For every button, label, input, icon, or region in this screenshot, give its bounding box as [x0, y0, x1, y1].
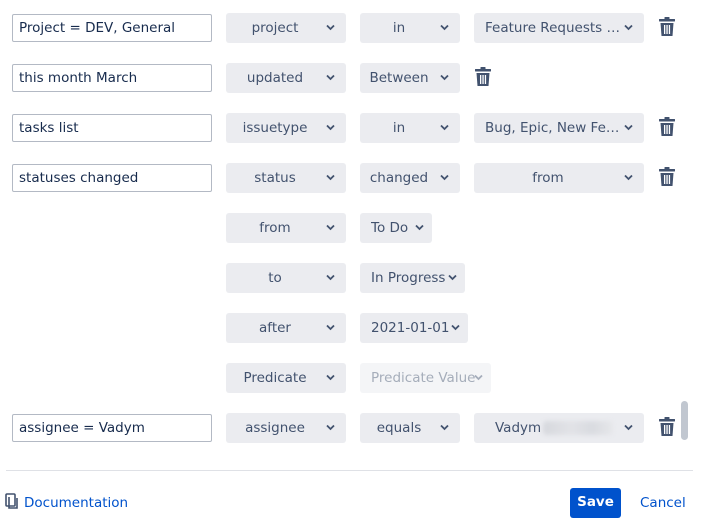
chevron-down-icon: [440, 174, 449, 181]
document-icon: [5, 493, 18, 509]
value-select-label: Vadym: [495, 413, 622, 443]
trash-icon[interactable]: [474, 67, 492, 87]
assignee-name: Vadym: [495, 420, 542, 436]
field-select-issuetype[interactable]: issuetype: [226, 113, 346, 143]
chevron-down-icon: [474, 374, 483, 381]
chevron-down-icon: [448, 274, 457, 281]
predicate-select[interactable]: Predicate: [226, 363, 346, 393]
chevron-down-icon: [326, 224, 335, 231]
operator-select-label: equals: [376, 420, 422, 436]
trash-icon[interactable]: [658, 17, 676, 37]
operator-select-between[interactable]: Between: [360, 63, 460, 93]
value-select-project[interactable]: Feature Requests (F...: [474, 13, 644, 43]
trash-icon[interactable]: [658, 167, 676, 187]
chevron-down-icon: [624, 424, 633, 431]
operator-select-label: In Progress: [371, 270, 446, 286]
field-select-label: status: [254, 170, 296, 186]
redacted-surname: [543, 421, 614, 435]
query-name-input-assignee[interactable]: assignee = Vadym: [12, 414, 212, 442]
chevron-down-icon: [326, 174, 335, 181]
operator-select-equals[interactable]: equals: [360, 413, 460, 443]
chevron-down-icon: [326, 24, 335, 31]
chevron-down-icon: [440, 424, 449, 431]
chevron-down-icon: [624, 174, 633, 181]
chevron-down-icon: [440, 74, 449, 81]
field-select-assignee[interactable]: assignee: [226, 413, 346, 443]
chevron-down-icon: [624, 124, 633, 131]
subvalue-select-date[interactable]: 2021-01-01: [360, 313, 468, 343]
field-select-status[interactable]: status: [226, 163, 346, 193]
chevron-down-icon: [326, 424, 335, 431]
query-name-input-updated[interactable]: this month March: [12, 64, 212, 92]
operator-select-changed[interactable]: changed: [360, 163, 460, 193]
field-select-label: to: [268, 270, 282, 286]
subfield-select-to[interactable]: to: [226, 263, 346, 293]
value-select-assignee[interactable]: Vadym: [474, 413, 644, 443]
chevron-down-icon: [326, 324, 335, 331]
field-select-label: project: [251, 20, 299, 36]
field-select-label: Predicate: [243, 370, 307, 386]
subvalue-select-in-progress[interactable]: In Progress: [360, 263, 465, 293]
operator-select-label: changed: [369, 170, 429, 186]
chevron-down-icon: [440, 24, 449, 31]
chevron-down-icon: [326, 74, 335, 81]
save-button[interactable]: Save: [570, 488, 621, 518]
operator-select-label: in: [392, 120, 406, 136]
field-select-label: updated: [246, 70, 304, 86]
value-select-label: Feature Requests (F...: [485, 20, 622, 36]
query-name-input-statuses[interactable]: statuses changed: [12, 164, 212, 192]
subfield-select-from[interactable]: from: [226, 213, 346, 243]
chevron-down-icon: [624, 24, 633, 31]
value-select-from[interactable]: from: [474, 163, 644, 193]
subfield-select-after[interactable]: after: [226, 313, 346, 343]
operator-select-label: Predicate Value: [371, 370, 476, 386]
field-select-label: after: [259, 320, 291, 336]
value-select-label: from: [532, 170, 564, 186]
chevron-down-icon: [326, 124, 335, 131]
operator-select-in[interactable]: in: [360, 113, 460, 143]
chevron-down-icon: [326, 374, 335, 381]
operator-select-label: in: [392, 20, 406, 36]
value-select-issuetype[interactable]: Bug, Epic, New Feat...: [474, 113, 644, 143]
scrollbar-thumb[interactable]: [681, 401, 688, 440]
field-select-label: from: [259, 220, 291, 236]
operator-select-label: Between: [369, 70, 429, 86]
chevron-down-icon: [326, 274, 335, 281]
trash-icon[interactable]: [658, 117, 676, 137]
operator-select-in[interactable]: in: [360, 13, 460, 43]
query-name-input-project[interactable]: Project = DEV, General: [12, 14, 212, 42]
query-name-input-tasks[interactable]: tasks list: [12, 114, 212, 142]
operator-select-label: To Do: [371, 220, 409, 236]
chevron-down-icon: [440, 124, 449, 131]
documentation-link[interactable]: Documentation: [5, 493, 128, 513]
chevron-down-icon: [451, 324, 460, 331]
field-select-label: issuetype: [242, 120, 308, 136]
value-select-label: Bug, Epic, New Feat...: [485, 120, 622, 136]
cancel-button[interactable]: Cancel: [640, 493, 686, 513]
trash-icon[interactable]: [658, 417, 676, 437]
predicate-value-select: Predicate Value: [360, 363, 491, 393]
field-select-label: assignee: [245, 420, 305, 436]
documentation-label: Documentation: [24, 495, 129, 511]
chevron-down-icon: [415, 224, 424, 231]
footer-divider: [6, 470, 693, 471]
subvalue-select-todo[interactable]: To Do: [360, 213, 432, 243]
operator-select-label: 2021-01-01: [371, 320, 450, 336]
field-select-updated[interactable]: updated: [226, 63, 346, 93]
field-select-project[interactable]: project: [226, 13, 346, 43]
